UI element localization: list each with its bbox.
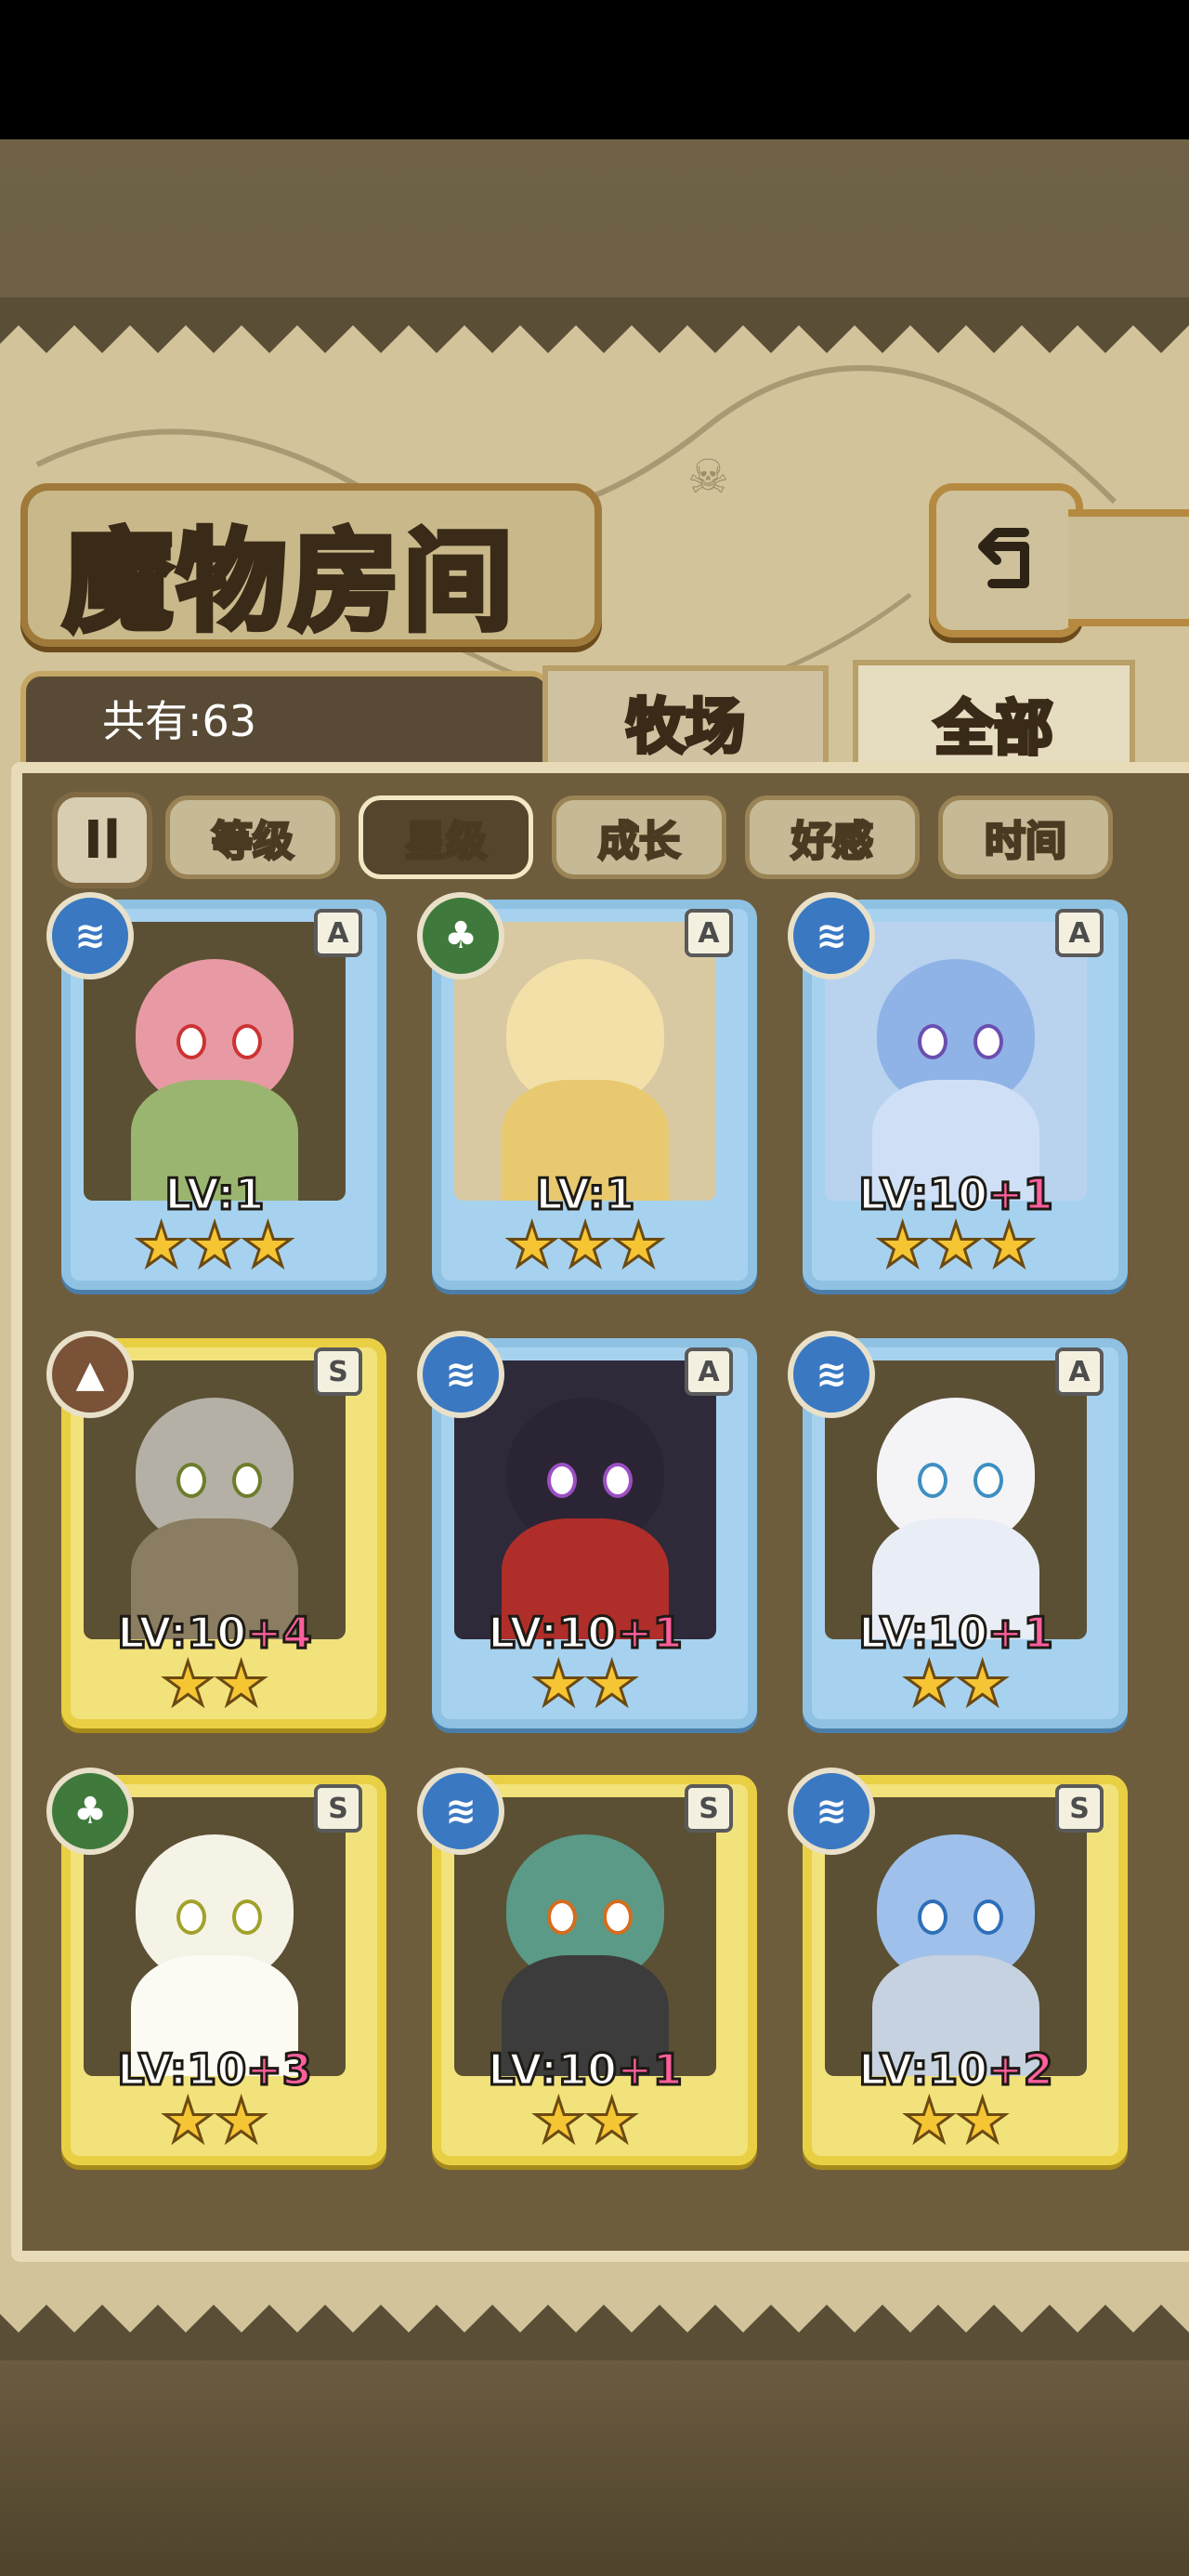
svg-text:☠: ☠ — [687, 450, 729, 504]
character-eye — [973, 1463, 1003, 1498]
water-element-icon: ≋ — [788, 892, 875, 979]
star-rating: ★★★ — [133, 1212, 295, 1281]
character-eye — [232, 1024, 262, 1059]
character-eye — [176, 1899, 206, 1935]
filter-growth-button[interactable]: 成长 — [552, 795, 726, 879]
water-element-icon: ≋ — [417, 1331, 504, 1418]
character-eye — [973, 1024, 1003, 1059]
rank-badge: S — [1055, 1784, 1104, 1833]
character-eye — [918, 1024, 947, 1059]
filter-affection-button[interactable]: 好感 — [745, 795, 920, 879]
character-eye — [176, 1463, 206, 1498]
star-rating: ★★ — [160, 1650, 269, 1719]
wood-element-icon: ♣ — [46, 1768, 134, 1855]
monster-card[interactable]: ≋ A LV:1 ★★★ — [46, 892, 386, 1290]
rank-badge: A — [685, 909, 733, 957]
monster-card[interactable]: ▲ S LV:10+4 ★★ — [46, 1331, 386, 1728]
character-eye — [547, 1463, 577, 1498]
rank-badge: A — [314, 909, 362, 957]
rank-badge: A — [1055, 909, 1104, 957]
character-eye — [603, 1899, 633, 1935]
character-eye — [547, 1899, 577, 1935]
monster-card[interactable]: ≋ S LV:10+1 ★★ — [417, 1768, 757, 2165]
rank-badge: S — [314, 1347, 362, 1396]
rank-badge: S — [314, 1784, 362, 1833]
monster-card[interactable]: ≋ A LV:10+1 ★★ — [417, 1331, 757, 1728]
star-rating: ★★★ — [874, 1212, 1037, 1281]
star-rating: ★★ — [160, 2087, 269, 2156]
map-background-bottom — [0, 2360, 1189, 2576]
monster-card[interactable]: ♣ A LV:1 ★★★ — [417, 892, 757, 1290]
water-element-icon: ≋ — [46, 892, 134, 979]
sort-order-symbol: Il — [83, 809, 122, 871]
water-element-icon: ≋ — [417, 1768, 504, 1855]
water-element-icon: ≋ — [788, 1331, 875, 1418]
rank-badge: S — [685, 1784, 733, 1833]
star-rating: ★★ — [530, 2087, 640, 2156]
wood-element-icon: ♣ — [417, 892, 504, 979]
water-element-icon: ≋ — [788, 1768, 875, 1855]
page-title: 魔物房间 — [60, 514, 517, 649]
monster-card[interactable]: ♣ S LV:10+3 ★★ — [46, 1768, 386, 2165]
monster-card[interactable]: ≋ S LV:10+2 ★★ — [788, 1768, 1128, 2165]
character-eye — [603, 1463, 633, 1498]
star-rating: ★★ — [530, 1650, 640, 1719]
back-arrow-icon — [978, 528, 1029, 588]
filter-star-button[interactable]: 星级 — [359, 795, 533, 879]
back-button[interactable] — [929, 483, 1083, 637]
back-button-extension — [1068, 509, 1189, 626]
character-eye — [232, 1899, 262, 1935]
sort-order-icon[interactable]: Il — [52, 792, 152, 888]
rank-badge: A — [1055, 1347, 1104, 1396]
panel-bottom-edge — [0, 2305, 1189, 2360]
character-eye — [176, 1024, 206, 1059]
monster-card[interactable]: ≋ A LV:10+1 ★★★ — [788, 892, 1128, 1290]
star-rating: ★★ — [901, 2087, 1011, 2156]
monster-card[interactable]: ≋ A LV:10+1 ★★ — [788, 1331, 1128, 1728]
filter-time-button[interactable]: 时间 — [938, 795, 1113, 879]
star-rating: ★★★ — [503, 1212, 666, 1281]
character-eye — [918, 1899, 947, 1935]
status-bar-area — [0, 0, 1189, 139]
star-rating: ★★ — [901, 1650, 1011, 1719]
character-eye — [232, 1463, 262, 1498]
monster-count-area — [20, 671, 552, 775]
character-eye — [918, 1463, 947, 1498]
rank-badge: A — [685, 1347, 733, 1396]
filter-level-button[interactable]: 等级 — [165, 795, 340, 879]
character-eye — [973, 1899, 1003, 1935]
monster-count: 共有:63 — [102, 696, 257, 746]
earth-element-icon: ▲ — [46, 1331, 134, 1418]
